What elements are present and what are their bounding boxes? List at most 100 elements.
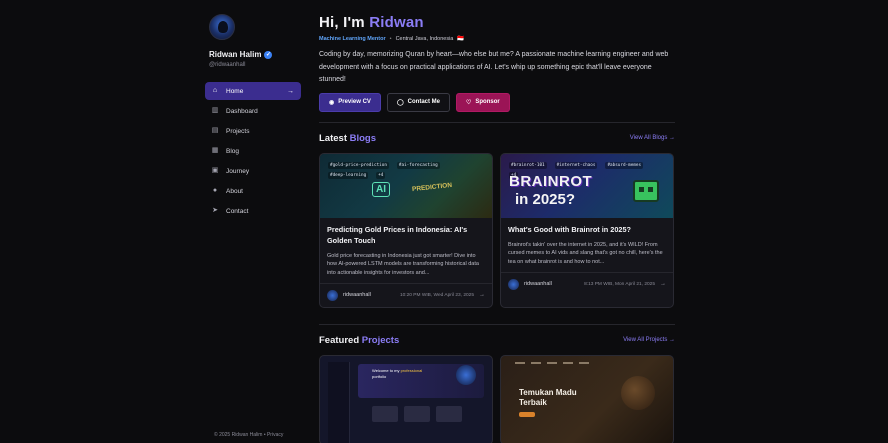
blogs-title-prefix: Latest	[319, 132, 350, 144]
sidebar-item-label: Home	[226, 87, 244, 95]
sidebar-item-contact[interactable]: ➤ Contact	[205, 202, 301, 220]
arrow-right-icon: →	[669, 337, 675, 343]
heart-icon: ♡	[466, 99, 472, 106]
profile-meta: Machine Learning Mentor • Central Java, …	[319, 36, 675, 42]
blog-cards: #gold-price-prediction #ai-forecasting #…	[319, 152, 675, 308]
publish-date: 8:13 PM WIB, Mon April 21, 2025	[584, 281, 655, 287]
chart-icon: ▥	[211, 107, 219, 114]
project-cards: Welcome to my professional portfolio Tem…	[319, 354, 675, 443]
author-avatar	[508, 278, 519, 290]
arrow-right-icon[interactable]: →	[479, 292, 485, 298]
project-card[interactable]: Welcome to my professional portfolio	[319, 354, 493, 443]
thumbnail-text: BRAINROT	[509, 172, 593, 190]
sidebar-item-label: Contact	[226, 207, 249, 215]
blog-card-body: Predicting Gold Prices in Indonesia: AI'…	[320, 218, 492, 278]
tag[interactable]: #ai-forecasting	[396, 161, 440, 169]
honey-pot-image	[621, 375, 655, 410]
sidebar-item-projects[interactable]: ▤ Projects	[205, 122, 301, 140]
document-icon: ▦	[211, 147, 219, 154]
preview-highlight: professional	[400, 367, 423, 373]
profile-handle: @ridwaanhall	[209, 62, 246, 68]
project-preview-avatar	[456, 364, 476, 385]
thumbnail-text: PREDICTION	[411, 181, 453, 193]
sidebar-item-about[interactable]: ● About	[205, 182, 301, 200]
contact-me-label: Contact Me	[407, 99, 440, 105]
sponsor-label: Sponsor	[475, 99, 500, 105]
bio-text: Coding by day, memorizing Quran by heart…	[319, 51, 669, 83]
robot-face-icon	[633, 179, 659, 202]
blog-card[interactable]: #gold-price-prediction #ai-forecasting #…	[319, 152, 493, 308]
sidebar-item-journey[interactable]: ▣ Journey	[205, 162, 301, 180]
project-preview-text: Welcome to my professional portfolio	[372, 368, 432, 380]
sidebar: Ridwan Halim ✓ @ridwaanhall ⌂ Home → ▥ D…	[205, 14, 301, 443]
arrow-right-icon[interactable]: →	[660, 281, 666, 287]
profile-name: Ridwan Halim	[209, 50, 262, 59]
projects-title: Featured Projects	[319, 335, 399, 346]
greeting-prefix: Hi, I'm	[319, 14, 370, 31]
thumbnail-text: AI	[372, 181, 390, 197]
flag-icon: 🇮🇩	[457, 36, 465, 42]
sponsor-button[interactable]: ♡ Sponsor	[456, 92, 510, 112]
role-label: Machine Learning Mentor	[319, 36, 386, 42]
greeting-name: Ridwan	[369, 14, 424, 31]
sidebar-item-blog[interactable]: ▦ Blog	[205, 142, 301, 160]
briefcase-icon: ▣	[211, 167, 219, 174]
footer-text: © 2025 Ridwan Halim • Privacy	[214, 432, 284, 438]
avatar[interactable]	[209, 14, 235, 40]
project-preview-tile	[436, 405, 462, 422]
projects-title-prefix: Featured	[319, 334, 362, 346]
blog-title[interactable]: What's Good with Brainrot in 2025?	[508, 224, 666, 235]
project-card[interactable]: Temukan Madu Terbaik	[500, 354, 674, 443]
projects-title-accent: Projects	[361, 334, 400, 346]
preview-cv-label: Preview CV	[338, 99, 371, 105]
project-preview-tile	[404, 405, 430, 422]
arrow-right-icon: →	[287, 87, 294, 95]
divider	[319, 121, 675, 123]
blog-excerpt: Gold price forecasting in Indonesia just…	[327, 252, 479, 276]
tag[interactable]: #gold-price-prediction	[328, 161, 389, 169]
view-all-blogs-label: View All Blogs	[629, 135, 668, 141]
sidebar-item-label: Blog	[226, 147, 240, 155]
sidebar-item-label: About	[226, 187, 243, 195]
arrow-right-icon: →	[669, 135, 675, 141]
blog-card-footer: ridwaanhall 10:20 PM WIB, Wed April 23, …	[320, 282, 492, 307]
thumbnail-text: in 2025?	[515, 190, 576, 208]
sidebar-item-label: Projects	[226, 127, 250, 135]
blog-thumbnail: #gold-price-prediction #ai-forecasting #…	[320, 153, 492, 218]
app-root: Ridwan Halim ✓ @ridwaanhall ⌂ Home → ▥ D…	[0, 0, 888, 443]
blog-card[interactable]: #brainrot-101 #internet-chaos #absurd-me…	[500, 152, 674, 308]
project-preview-nav	[515, 361, 659, 366]
author-name: ridwaanhall	[343, 292, 371, 298]
tag[interactable]: #brainrot-101	[509, 161, 547, 169]
tag[interactable]: #internet-chaos	[554, 161, 598, 169]
preview-text: portfolio	[372, 373, 387, 379]
preview-cv-button[interactable]: ◉ Preview CV	[319, 92, 381, 112]
author-avatar	[327, 289, 338, 301]
tag[interactable]: #deep-learning	[328, 171, 369, 179]
sidebar-item-home[interactable]: ⌂ Home →	[205, 82, 301, 100]
blog-title[interactable]: Predicting Gold Prices in Indonesia: AI'…	[327, 224, 485, 246]
blogs-header: Latest Blogs View All Blogs →	[319, 133, 675, 144]
blog-card-body: What's Good with Brainrot in 2025? Brain…	[501, 218, 673, 267]
preview-text: Welcome to my	[372, 367, 401, 373]
sidebar-item-label: Dashboard	[226, 107, 258, 115]
action-buttons: ◉ Preview CV ◯ Contact Me ♡ Sponsor	[319, 92, 675, 112]
page-title: Hi, I'm Ridwan	[319, 14, 675, 31]
tag[interactable]: +4	[376, 171, 386, 179]
view-all-projects-link[interactable]: View All Projects →	[623, 337, 675, 343]
main-content: Hi, I'm Ridwan Machine Learning Mentor •…	[319, 14, 675, 443]
project-preview-button	[519, 411, 535, 417]
project-preview-title: Temukan Madu Terbaik	[519, 387, 577, 407]
sidebar-item-label: Journey	[226, 167, 250, 175]
author-name: ridwaanhall	[524, 281, 552, 287]
blogs-title: Latest Blogs	[319, 133, 376, 144]
separator-dot: •	[389, 36, 392, 42]
blog-thumbnail: #brainrot-101 #internet-chaos #absurd-me…	[501, 153, 673, 218]
sidebar-item-dashboard[interactable]: ▥ Dashboard	[205, 102, 301, 120]
contact-me-button[interactable]: ◯ Contact Me	[386, 92, 450, 112]
eye-icon: ◉	[329, 99, 335, 106]
send-icon: ➤	[212, 207, 218, 214]
project-preview-tile	[372, 405, 398, 422]
tag[interactable]: #absurd-memes	[605, 161, 644, 169]
view-all-blogs-link[interactable]: View All Blogs →	[630, 135, 675, 141]
